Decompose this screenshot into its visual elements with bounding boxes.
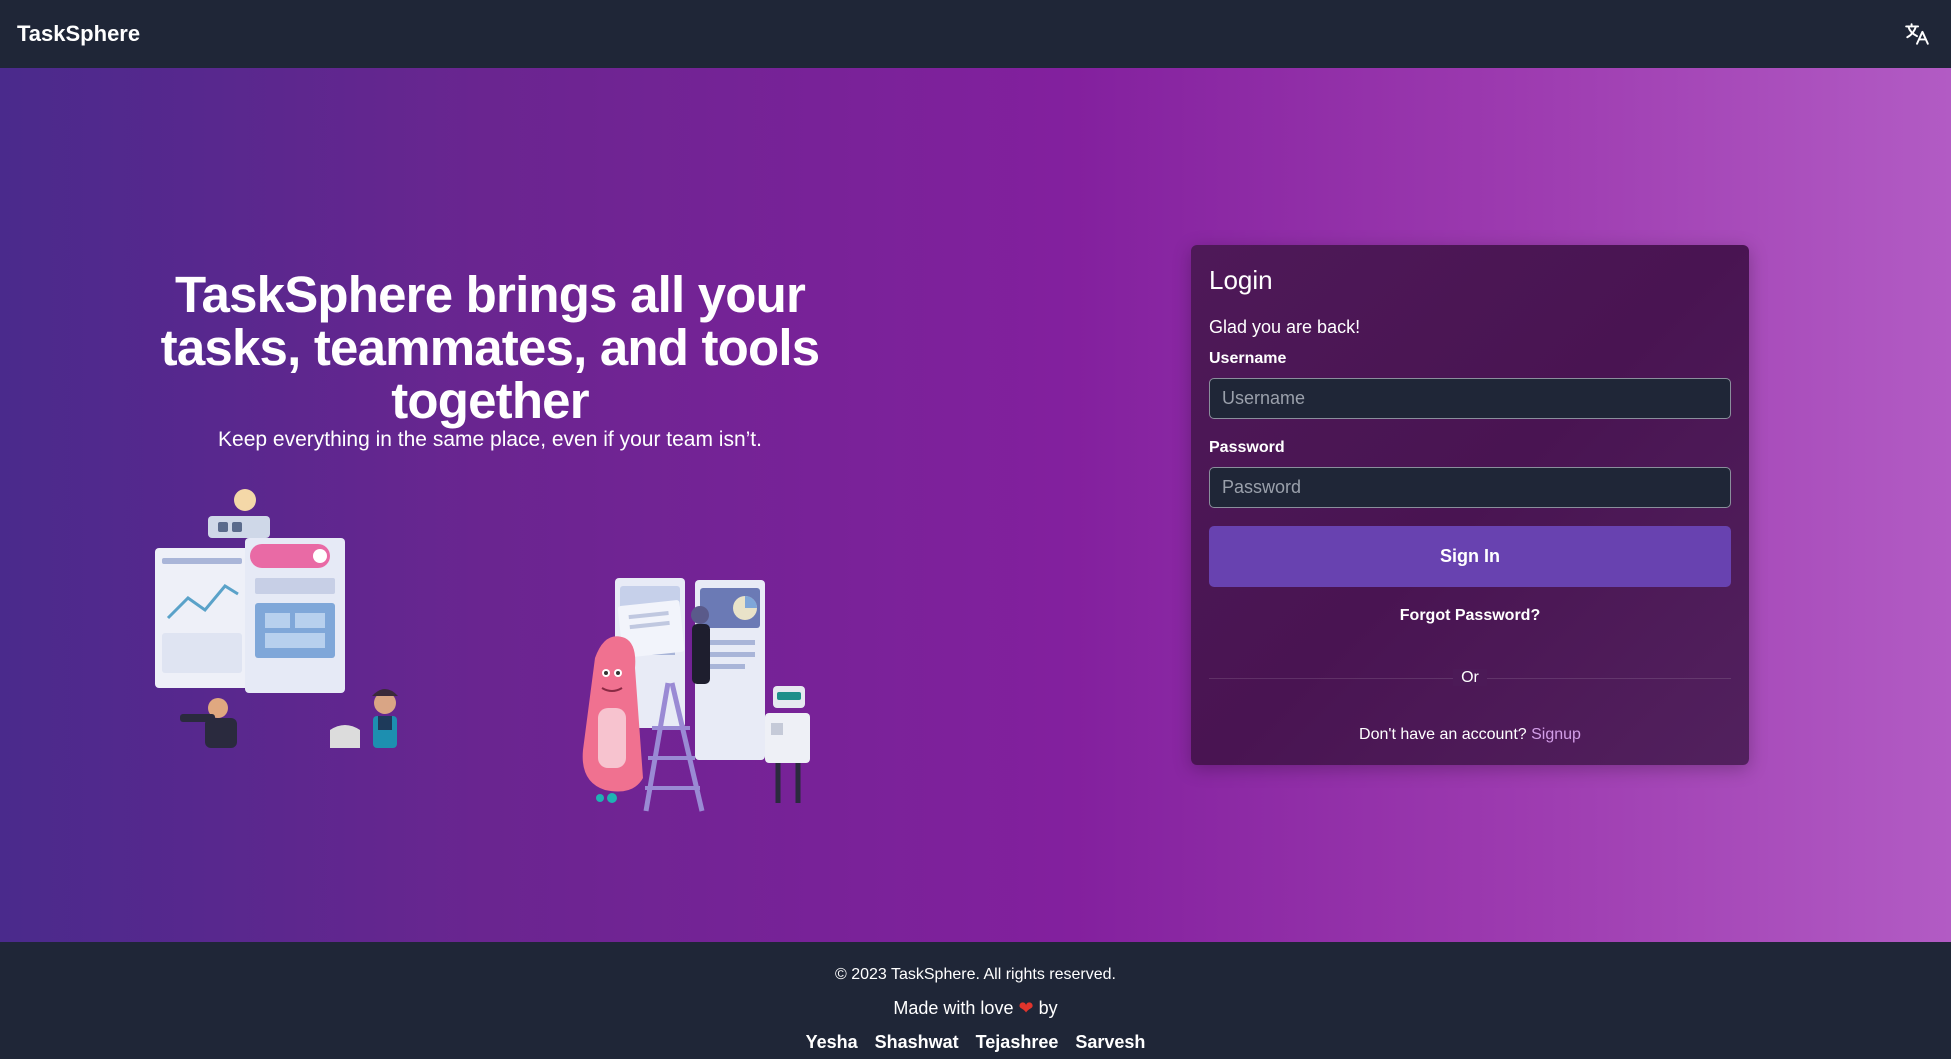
by-text: by — [1038, 998, 1058, 1018]
forgot-password-link[interactable]: Forgot Password? — [1191, 607, 1749, 625]
team-dashboard-illustration — [155, 489, 398, 748]
signup-link[interactable]: Signup — [1531, 726, 1581, 743]
made-with-text: Made with love — [893, 998, 1014, 1018]
copyright-text: © 2023 TaskSphere. All rights reserved. — [835, 966, 1116, 983]
password-label: Password — [1209, 439, 1285, 456]
footer: © 2023 TaskSphere. All rights reserved. … — [0, 942, 1951, 1059]
sign-in-button[interactable]: Sign In — [1209, 526, 1731, 587]
hero-subheadline: Keep everything in the same place, even … — [218, 428, 762, 451]
signup-prompt: Don't have an account? — [1359, 726, 1527, 743]
brand-logo[interactable]: TaskSphere — [17, 21, 140, 47]
username-label: Username — [1209, 350, 1287, 367]
navbar: TaskSphere — [0, 0, 1951, 68]
author-link[interactable]: Yesha — [806, 1032, 858, 1053]
authors-list: Yesha Shashwat Tejashree Sarvesh — [0, 1032, 1951, 1053]
heart-icon: ❤ — [1018, 998, 1034, 1018]
password-input[interactable] — [1209, 467, 1731, 508]
login-title: Login — [1209, 265, 1273, 295]
hero-section: TaskSphere brings all your tasks, teamma… — [0, 68, 1951, 942]
language-button[interactable] — [1899, 16, 1935, 52]
or-label: Or — [1453, 669, 1487, 686]
or-divider-text: Or — [1191, 669, 1749, 687]
author-link[interactable]: Tejashree — [976, 1032, 1059, 1053]
author-link[interactable]: Shashwat — [875, 1032, 959, 1053]
signup-row: Don't have an account? Signup — [1191, 726, 1749, 744]
creative-team-illustration — [582, 578, 810, 812]
login-subtitle: Glad you are back! — [1209, 317, 1361, 337]
author-link[interactable]: Sarvesh — [1075, 1032, 1145, 1053]
hero-headline: TaskSphere brings all your tasks, teamma… — [160, 266, 820, 429]
login-card: Login Glad you are back! Username Passwo… — [1191, 245, 1749, 765]
translate-icon — [1905, 23, 1929, 45]
made-with-love: Made with love ❤ by — [0, 998, 1951, 1019]
username-input[interactable] — [1209, 378, 1731, 419]
